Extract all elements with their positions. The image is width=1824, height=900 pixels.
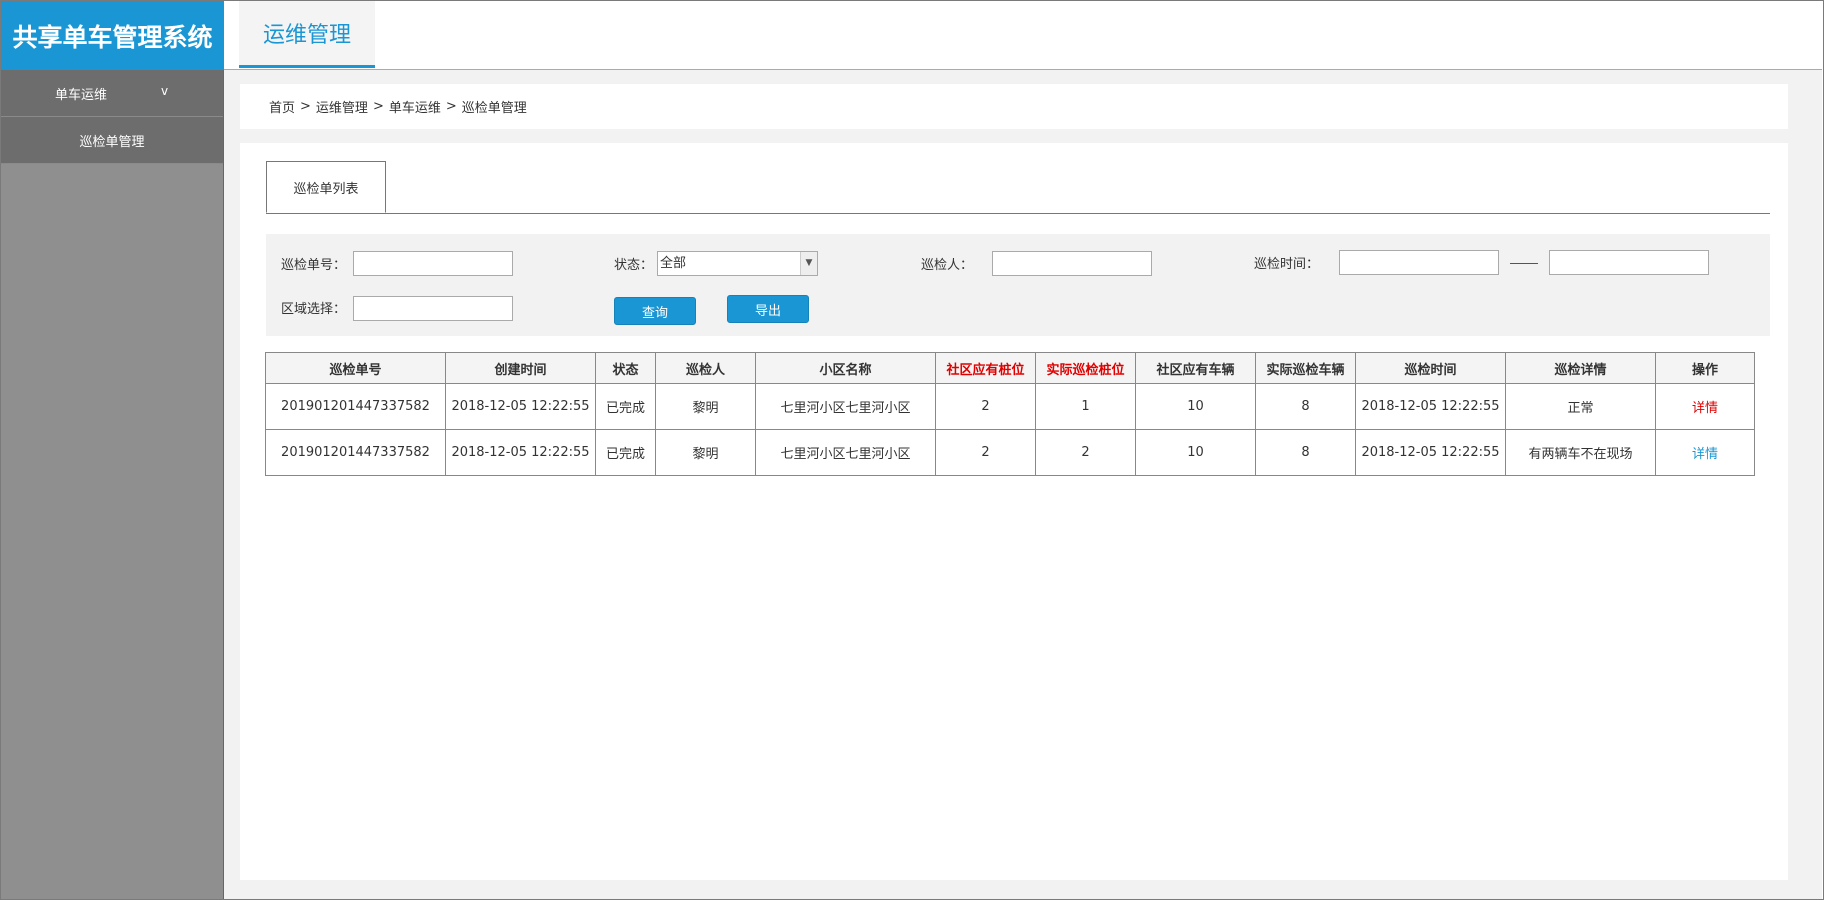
col-inspector: 巡检人 — [655, 352, 756, 384]
query-button[interactable]: 查询 — [614, 297, 696, 325]
cell-expected-bikes: 10 — [1135, 429, 1256, 476]
breadcrumb-separator: > — [300, 99, 311, 114]
time-end-input[interactable] — [1549, 250, 1709, 275]
sidebar-item-inspection[interactable]: 巡检单管理 — [1, 117, 223, 164]
breadcrumb-separator: > — [372, 99, 384, 114]
sidebar-group-bike-ops[interactable]: 单车运维 v — [1, 70, 223, 117]
region-input[interactable] — [353, 296, 513, 321]
sidebar-item-label: 巡检单管理 — [79, 134, 145, 150]
cell-details: 有两辆车不在现场 — [1505, 429, 1656, 476]
col-inspection-time: 巡检时间 — [1355, 352, 1506, 384]
inspector-label: 巡检人： — [921, 258, 974, 273]
tab-bar: 巡检单列表 — [266, 161, 1770, 214]
cell-community: 七里河小区七里河小区 — [755, 383, 936, 430]
breadcrumb-ops[interactable]: 运维管理 — [316, 97, 368, 116]
cell-order-no: 201901201447337582 — [265, 383, 446, 430]
cell-order-no: 201901201447337582 — [265, 429, 446, 476]
table-row: 201901201447337582 2018-12-05 12:22:55 已… — [265, 429, 1755, 476]
cell-status: 已完成 — [595, 383, 656, 430]
tab-ops-management[interactable]: 运维管理 — [239, 1, 375, 68]
cell-inspection-time: 2018-12-05 12:22:55 — [1355, 383, 1506, 430]
breadcrumb-separator: > — [445, 99, 457, 114]
time-label: 巡检时间： — [1254, 257, 1320, 272]
app-logo: 共享单车管理系统 — [1, 1, 224, 70]
cell-actions: 详情 — [1655, 383, 1755, 430]
col-status: 状态 — [595, 352, 656, 384]
breadcrumb-home[interactable]: 首页 — [269, 97, 295, 116]
col-actions: 操作 — [1655, 352, 1755, 384]
sidebar: 单车运维 v 巡检单管理 — [1, 70, 224, 899]
cell-status: 已完成 — [595, 429, 656, 476]
time-start-input[interactable] — [1339, 250, 1499, 275]
table-row: 201901201447337582 2018-12-05 12:22:55 已… — [265, 383, 1755, 430]
col-actual-docks: 实际巡检桩位 — [1035, 352, 1136, 384]
col-order-no: 巡检单号 — [265, 352, 446, 384]
col-community: 小区名称 — [755, 352, 936, 384]
cell-community: 七里河小区七里河小区 — [755, 429, 936, 476]
cell-actual-bikes: 8 — [1255, 429, 1356, 476]
cell-inspector: 黎明 — [655, 383, 756, 430]
status-label: 状态： — [614, 258, 654, 273]
breadcrumb-current: 巡检单管理 — [461, 101, 527, 116]
inspection-table: 巡检单号 创建时间 状态 巡检人 小区名称 社区应有桩位 实际巡检桩位 社区应有… — [265, 352, 1755, 476]
details-link[interactable]: 详情 — [1692, 447, 1718, 462]
sidebar-group-label: 单车运维 — [55, 87, 108, 103]
region-label: 区域选择： — [281, 302, 347, 317]
col-created-time: 创建时间 — [445, 352, 596, 384]
order-no-input[interactable] — [353, 251, 513, 276]
cell-expected-docks: 2 — [935, 383, 1036, 430]
cell-actual-docks: 1 — [1035, 383, 1136, 430]
inspector-input[interactable] — [992, 251, 1152, 276]
col-actual-bikes: 实际巡检车辆 — [1255, 352, 1356, 384]
cell-expected-docks: 2 — [935, 429, 1036, 476]
tab-inspection-list[interactable]: 巡检单列表 — [266, 161, 386, 213]
dropdown-arrow-icon[interactable]: ▼ — [800, 252, 817, 275]
col-expected-docks: 社区应有桩位 — [935, 352, 1036, 384]
breadcrumb-bike-ops[interactable]: 单车运维 — [389, 97, 441, 116]
status-select[interactable]: 全部 ▼ — [657, 251, 818, 276]
cell-created-time: 2018-12-05 12:22:55 — [445, 383, 596, 430]
chevron-down-icon: v — [161, 84, 169, 98]
range-dash — [1510, 263, 1538, 264]
filter-panel: 巡检单号： 状态： 全部 ▼ 巡检人： 巡检时间： 区域选择： 查询 导出 — [266, 234, 1770, 336]
content-panel: 巡检单列表 巡检单号： 状态： 全部 ▼ 巡检人： 巡检时间： 区域选择： 查询… — [240, 143, 1788, 880]
cell-inspector: 黎明 — [655, 429, 756, 476]
cell-actual-bikes: 8 — [1255, 383, 1356, 430]
cell-expected-bikes: 10 — [1135, 383, 1256, 430]
cell-created-time: 2018-12-05 12:22:55 — [445, 429, 596, 476]
cell-details: 正常 — [1505, 383, 1656, 430]
col-expected-bikes: 社区应有车辆 — [1135, 352, 1256, 384]
details-link[interactable]: 详情 — [1692, 401, 1718, 416]
cell-actions: 详情 — [1655, 429, 1755, 476]
status-select-value: 全部 — [660, 256, 687, 271]
cell-inspection-time: 2018-12-05 12:22:55 — [1355, 429, 1506, 476]
order-no-label: 巡检单号： — [281, 258, 347, 273]
cell-actual-docks: 2 — [1035, 429, 1136, 476]
export-button[interactable]: 导出 — [727, 295, 809, 323]
table-header-row: 巡检单号 创建时间 状态 巡检人 小区名称 社区应有桩位 实际巡检桩位 社区应有… — [265, 352, 1755, 384]
top-nav: 运维管理 — [224, 1, 1822, 70]
breadcrumb: 首页 > 运维管理 > 单车运维 > 巡检单管理 — [240, 84, 1788, 129]
col-details: 巡检详情 — [1505, 352, 1656, 384]
